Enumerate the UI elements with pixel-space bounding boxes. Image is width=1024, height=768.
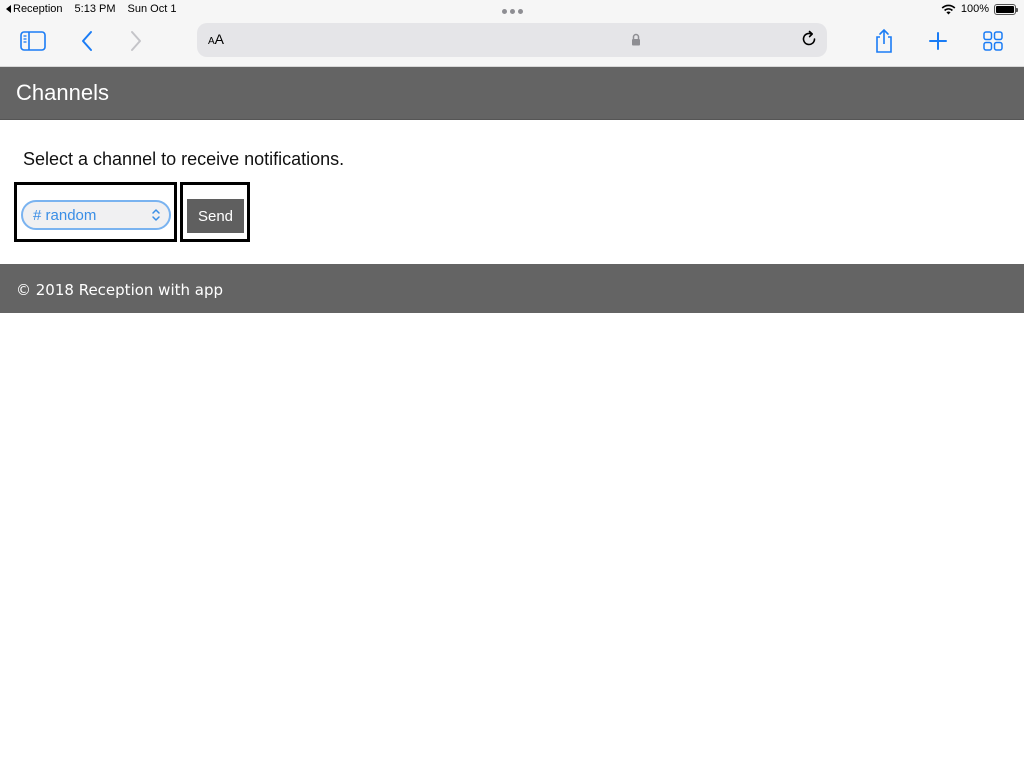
status-date: Sun Oct 1 [127,3,177,15]
select-chevrons-icon [152,209,160,221]
reload-icon[interactable] [799,29,819,54]
aa-large-letter: A [214,31,225,47]
status-bar: Reception 5:13 PM Sun Oct 1 100% [0,0,1024,20]
page-title: Channels [16,80,109,105]
lock-icon [631,33,641,51]
back-icon[interactable] [72,28,102,54]
battery-icon [994,3,1018,15]
status-left: Reception 5:13 PM Sun Oct 1 [6,3,176,15]
page-header: Channels [0,67,1024,120]
send-button-frame: Send [180,182,250,242]
status-time: 5:13 PM [74,3,116,15]
channel-select[interactable]: # random [21,200,171,230]
address-bar[interactable]: A A [197,23,827,57]
battery-percent: 100% [960,3,989,15]
back-to-app-link[interactable]: Reception [6,3,63,15]
multitasking-dots-icon[interactable] [502,9,523,14]
instruction-text: Select a channel to receive notification… [23,149,345,169]
browser-toolbar: A A [0,20,1024,67]
plus-icon[interactable] [923,28,953,54]
footer-copyright: © 2018 Reception with app [16,281,224,299]
channel-select-value: # random [33,206,97,224]
channel-select-frame: # random [14,182,177,242]
forward-icon[interactable] [121,28,151,54]
tabs-icon[interactable] [978,28,1008,54]
sidebar-icon[interactable] [18,28,48,54]
page-footer: © 2018 Reception with app [0,264,1024,313]
send-button[interactable]: Send [187,199,244,233]
share-icon[interactable] [869,28,899,54]
back-triangle-icon [6,5,11,13]
status-right: 100% [941,3,1018,15]
wifi-icon [941,4,956,14]
back-app-label: Reception [13,3,63,15]
aa-small-letter: A [208,36,215,47]
reader-aa-button[interactable]: A A [208,31,224,47]
